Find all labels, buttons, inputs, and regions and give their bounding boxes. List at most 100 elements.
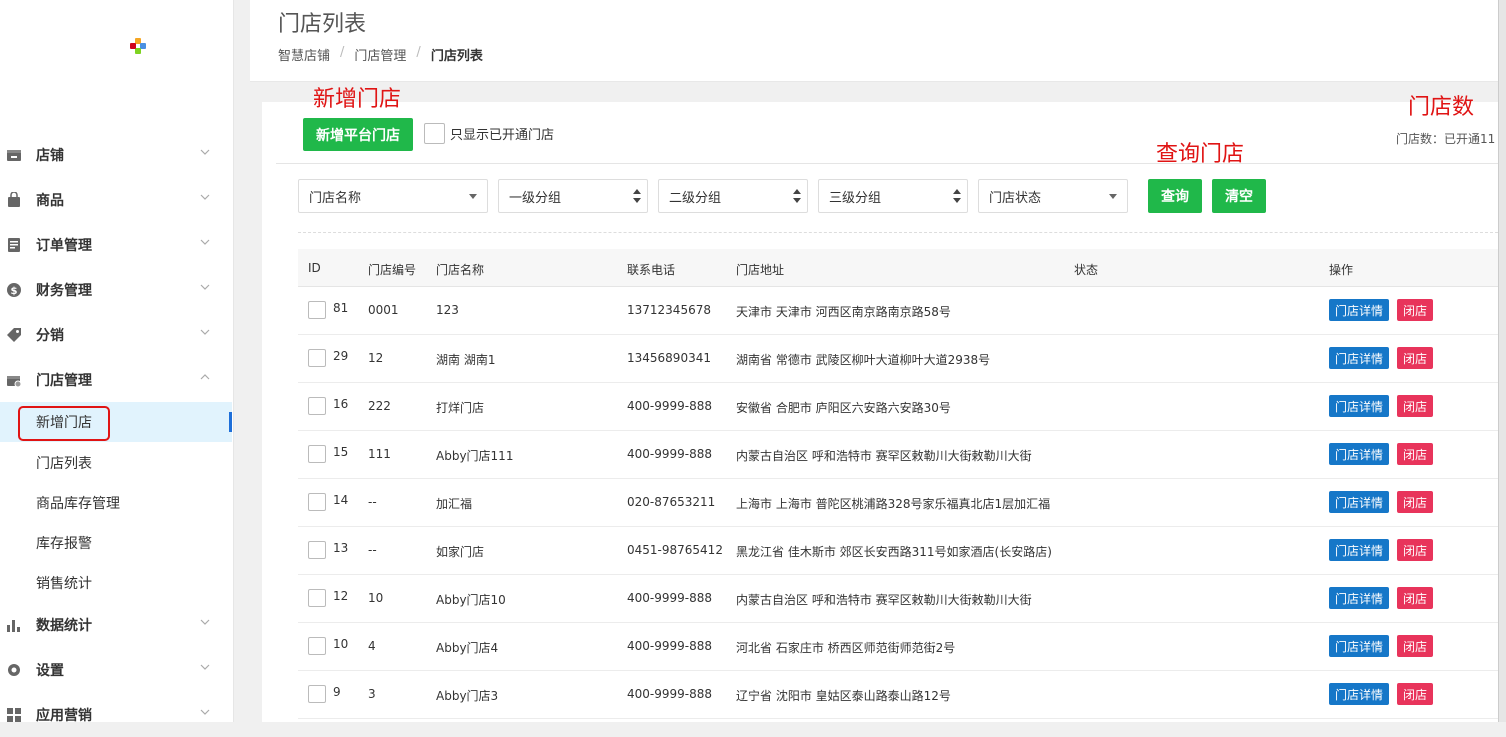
active-indicator — [229, 412, 232, 432]
page-scrollbar[interactable] — [1498, 0, 1506, 722]
group2-select[interactable]: 二级分组 — [658, 179, 808, 213]
row-checkbox[interactable] — [308, 301, 326, 319]
row-checkbox[interactable] — [308, 541, 326, 559]
sidebar-subitem-inventory[interactable]: 商品库存管理 — [0, 483, 232, 523]
store-count-text: 门店数：已开通11 — [1396, 132, 1496, 146]
table-row: 14 -- 加汇福 020-87653211 上海市 上海市 普陀区桃浦路328号家乐福… — [298, 479, 1498, 527]
chevron-down-icon — [200, 149, 210, 155]
group1-select[interactable]: 一级分组 — [498, 179, 648, 213]
close-store-button[interactable]: 闭店 — [1397, 395, 1433, 417]
row-checkbox[interactable] — [308, 397, 326, 415]
sidebar-item-goods[interactable]: 商品 — [0, 178, 232, 222]
group3-select[interactable]: 三级分组 — [818, 179, 968, 213]
table-row: 13 -- 如家门店 0451-98765412 黑龙江省 佳木斯市 郊区长安西路311… — [298, 527, 1498, 575]
sidebar-item-store-management[interactable]: 门店管理 — [0, 358, 232, 402]
add-platform-store-button[interactable]: 新增平台门店 — [303, 118, 413, 151]
cell-id: 81 — [333, 301, 349, 315]
cell-phone: 400-9999-888 — [627, 591, 713, 605]
cell-id: 29 — [333, 349, 349, 363]
sort-arrows-icon — [793, 189, 801, 205]
sidebar-item-marketing[interactable]: 应用营销 — [0, 693, 232, 737]
clear-button[interactable]: 清空 — [1212, 179, 1266, 213]
row-checkbox[interactable] — [308, 493, 326, 511]
col-id: ID — [308, 261, 321, 275]
store-detail-button[interactable]: 门店详情 — [1329, 443, 1389, 465]
row-checkbox[interactable] — [308, 685, 326, 703]
query-button[interactable]: 查询 — [1148, 179, 1202, 213]
gear-icon — [8, 664, 20, 676]
store-detail-button[interactable]: 门店详情 — [1329, 395, 1389, 417]
close-store-button[interactable]: 闭店 — [1397, 683, 1433, 705]
sidebar-scrollbar[interactable] — [234, 0, 248, 722]
store-status-select[interactable]: 门店状态 — [978, 179, 1128, 213]
store-detail-button[interactable]: 门店详情 — [1329, 539, 1389, 561]
close-store-button[interactable]: 闭店 — [1397, 539, 1433, 561]
close-store-button[interactable]: 闭店 — [1397, 347, 1433, 369]
cell-address: 上海市 上海市 普陀区桃浦路328号家乐福真北店1层加汇福 — [736, 497, 1051, 511]
close-store-button[interactable]: 闭店 — [1397, 587, 1433, 609]
cell-code: -- — [368, 543, 377, 557]
sidebar-subitem-store-list[interactable]: 门店列表 — [0, 443, 232, 483]
annotation-store-count: 门店数 — [1408, 95, 1475, 120]
chevron-down-icon — [200, 664, 210, 670]
store-detail-button[interactable]: 门店详情 — [1329, 635, 1389, 657]
close-store-button[interactable]: 闭店 — [1397, 635, 1433, 657]
row-checkbox[interactable] — [308, 445, 326, 463]
cell-phone: 020-87653211 — [627, 495, 716, 509]
store-name-select[interactable]: 门店名称 — [298, 179, 488, 213]
annotation-add-store: 新增门店 — [313, 87, 402, 112]
sidebar-item-store[interactable]: 店铺 — [0, 133, 232, 177]
sidebar-item-orders[interactable]: 订单管理 — [0, 223, 232, 267]
tag-icon — [7, 328, 21, 342]
cell-address: 内蒙古自治区 呼和浩特市 赛罕区敕勒川大街敕勒川大街 — [736, 449, 1032, 463]
only-open-checkbox[interactable] — [424, 123, 445, 144]
breadcrumb-item[interactable]: 智慧店铺 — [278, 45, 330, 64]
cell-code: 4 — [368, 639, 376, 653]
sidebar-item-data-stats[interactable]: 数据统计 — [0, 603, 232, 647]
cell-name: Abby门店111 — [436, 449, 514, 463]
chevron-up-icon — [200, 374, 210, 380]
sidebar-item-distribution[interactable]: 分销 — [0, 313, 232, 357]
close-store-button[interactable]: 闭店 — [1397, 299, 1433, 321]
logo-icon[interactable] — [130, 38, 146, 54]
row-checkbox[interactable] — [308, 589, 326, 607]
table-row: 16 222 打烊门店 400-9999-888 安徽省 合肥市 庐阳区六安路六安路30… — [298, 383, 1498, 431]
chevron-down-icon — [1109, 194, 1117, 199]
dollar-icon: $ — [7, 283, 21, 297]
cell-code: 0001 — [368, 303, 399, 317]
table-row: 12 10 Abby门店10 400-9999-888 内蒙古自治区 呼和浩特市 赛罕区… — [298, 575, 1498, 623]
table-row: 29 12 湖南 湖南1 13456890341 湖南省 常德市 武陵区柳叶大道柳叶大道… — [298, 335, 1498, 383]
close-store-button[interactable]: 闭店 — [1397, 443, 1433, 465]
row-checkbox[interactable] — [308, 637, 326, 655]
dashed-divider — [298, 232, 1498, 233]
cell-code: -- — [368, 495, 377, 509]
store-detail-button[interactable]: 门店详情 — [1329, 299, 1389, 321]
store-detail-button[interactable]: 门店详情 — [1329, 347, 1389, 369]
breadcrumb-current: 门店列表 — [430, 49, 483, 64]
bar-chart-icon — [7, 620, 20, 632]
cell-address: 河北省 石家庄市 桥西区师范街师范街2号 — [736, 641, 956, 655]
sidebar-subitem-stock-alert[interactable]: 库存报警 — [0, 523, 232, 563]
col-address: 门店地址 — [736, 263, 785, 277]
cell-id: 12 — [333, 589, 349, 603]
page-header: 门店列表 智慧店铺 / 门店管理 / 门店列表 — [250, 0, 1506, 82]
store-detail-button[interactable]: 门店详情 — [1329, 491, 1389, 513]
cell-phone: 13456890341 — [627, 351, 711, 365]
svg-text:$: $ — [11, 286, 18, 297]
table-row: 81 0001 123 13712345678 天津市 天津市 河西区南京路南京路58号… — [298, 287, 1498, 335]
only-open-label: 只显示已开通门店 — [450, 128, 555, 143]
cell-name: 如家门店 — [436, 545, 485, 559]
store-detail-button[interactable]: 门店详情 — [1329, 587, 1389, 609]
annotation-box-add-store — [18, 406, 110, 441]
chevron-down-icon — [200, 194, 210, 200]
sidebar-item-finance[interactable]: $ 财务管理 — [0, 268, 232, 312]
sidebar-item-settings[interactable]: 设置 — [0, 648, 232, 692]
sidebar-subitem-sales-stats[interactable]: 销售统计 — [0, 563, 232, 603]
close-store-button[interactable]: 闭店 — [1397, 491, 1433, 513]
cell-id: 13 — [333, 541, 349, 555]
store-detail-button[interactable]: 门店详情 — [1329, 683, 1389, 705]
breadcrumb-item[interactable]: 门店管理 — [354, 45, 406, 64]
bag-icon — [8, 192, 20, 207]
row-checkbox[interactable] — [308, 349, 326, 367]
chevron-down-icon — [200, 709, 210, 715]
